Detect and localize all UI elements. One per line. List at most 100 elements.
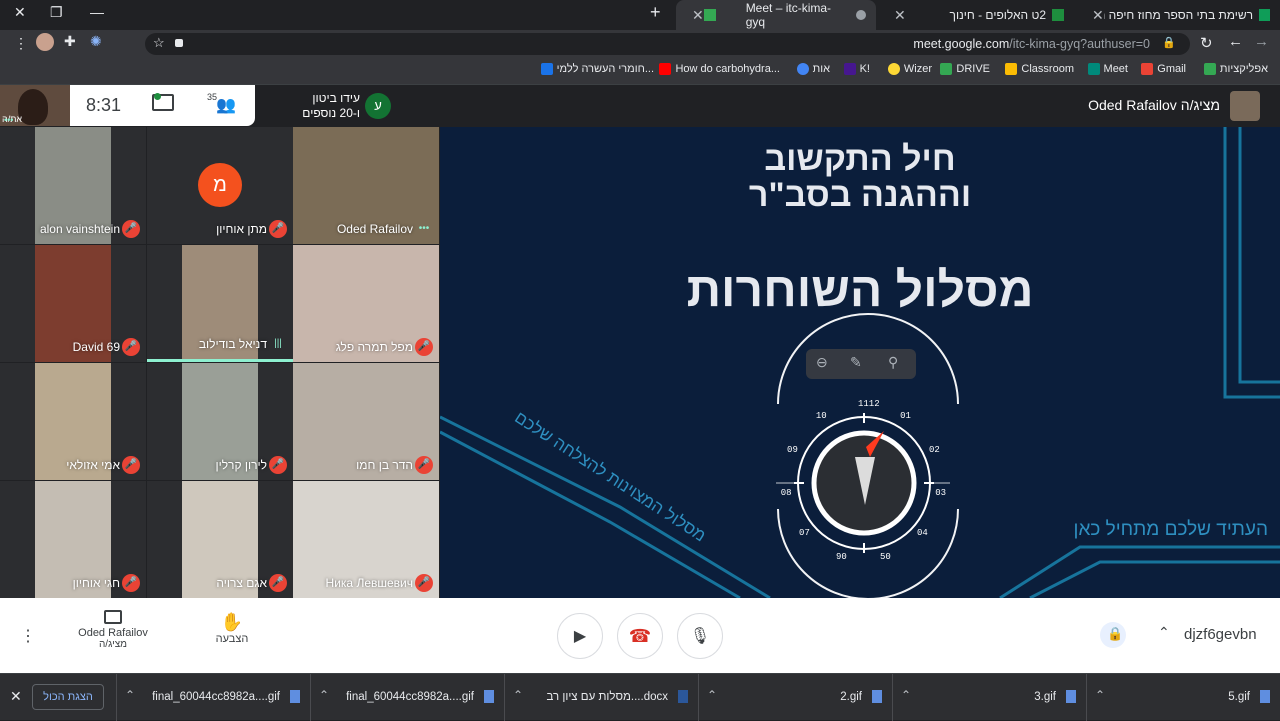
pen-off-icon[interactable]: ✎ bbox=[850, 354, 862, 371]
bookmark-star-icon[interactable]: ☆ bbox=[153, 35, 165, 51]
bookmark-wizer[interactable]: Wizer bbox=[887, 63, 932, 75]
download-filename: 2.gif bbox=[840, 691, 862, 703]
tab-schools-list[interactable]: רשימת בתי הספר מחוז חיפה תח ✕ bbox=[1076, 0, 1280, 30]
participant-name: מתן אוחיון bbox=[216, 222, 267, 236]
download-item[interactable]: 5.gif ⌃ bbox=[1086, 674, 1280, 721]
microphone-button[interactable]: 🎙 bbox=[677, 613, 723, 659]
restore-window-icon[interactable]: ❐ bbox=[50, 4, 63, 21]
security-shield-button[interactable]: 🔒 bbox=[1100, 622, 1126, 648]
reload-icon[interactable]: ↻ bbox=[1200, 34, 1213, 52]
presentation-overlay-controls: ⊖ ✎ ⚲ bbox=[806, 349, 916, 379]
file-icon bbox=[484, 690, 494, 703]
close-tab-icon[interactable]: ✕ bbox=[686, 7, 704, 24]
file-icon bbox=[1260, 690, 1270, 703]
participant-name: מפל תמרה פלג bbox=[335, 340, 413, 354]
meeting-controls: ⋮ Oded Rafailov מציג/ה ✋ הצבעה ▶ ☎ 🎙 🔒 ⌃… bbox=[0, 598, 1280, 673]
participant-tile[interactable]: לירון קרלין 🎤 bbox=[147, 363, 293, 480]
more-options-icon[interactable]: ⋮ bbox=[20, 626, 36, 646]
close-downloads-icon[interactable]: ✕ bbox=[10, 688, 22, 705]
mic-off-icon: 🎤 bbox=[415, 574, 433, 592]
download-item[interactable]: final_60044cc8982a....gif ⌃ bbox=[310, 674, 504, 721]
bookmark-enrichment[interactable]: חומרי העשרה ללמי... bbox=[540, 63, 654, 75]
address-bar[interactable]: ☆ meet.google.com/itc-kima-gyq?authuser=… bbox=[145, 33, 1190, 55]
chevron-up-icon[interactable]: ⌃ bbox=[1158, 624, 1170, 641]
self-more-options-icon[interactable]: ••• bbox=[4, 115, 13, 125]
bookmark-drive[interactable]: DRIVE bbox=[940, 63, 990, 75]
participant-tile[interactable]: חגי אוחיון 🎤 bbox=[0, 481, 146, 598]
pin-icon[interactable]: ⚲ bbox=[888, 354, 898, 371]
menu-dots-icon[interactable]: ⋮ bbox=[14, 35, 28, 52]
back-icon[interactable]: ← bbox=[1228, 33, 1243, 50]
presentation-slide: ⊖ ✎ ⚲ חיל התקשוב וההגנה בסב"ר מסלול השוח… bbox=[440, 127, 1280, 598]
participant-tile[interactable]: David 69 🎤 bbox=[0, 245, 146, 362]
forward-icon[interactable]: → bbox=[1254, 33, 1269, 50]
document-icon bbox=[540, 63, 553, 75]
participant-avatar: מ bbox=[198, 163, 242, 207]
participants-icon[interactable]: 👥 bbox=[216, 95, 236, 115]
bookmark-classroom[interactable]: Classroom bbox=[1005, 63, 1074, 75]
participant-tile[interactable]: אגם צרויה 🎤 bbox=[147, 481, 293, 598]
raise-hand-button[interactable]: ✋ הצבעה bbox=[202, 612, 262, 645]
tab-classroom[interactable]: 2ט האלופים - חינוך ✕ bbox=[878, 0, 1074, 30]
file-icon bbox=[290, 690, 300, 703]
download-item[interactable]: 2.gif ⌃ bbox=[698, 674, 892, 721]
zoom-out-icon[interactable]: ⊖ bbox=[816, 354, 828, 371]
bookmark-apps[interactable]: אפליקציות bbox=[1203, 63, 1268, 75]
presenting-button[interactable]: Oded Rafailov מציג/ה bbox=[70, 610, 156, 650]
download-filename: 3.gif bbox=[1034, 691, 1056, 703]
chevron-up-icon[interactable]: ⌃ bbox=[319, 688, 329, 702]
participant-tile[interactable]: אמי אזולאי 🎤 bbox=[0, 363, 146, 480]
dial-number: 50 bbox=[879, 551, 891, 562]
cast-icon[interactable] bbox=[175, 39, 183, 47]
tab-meet[interactable]: Meet – itc-kima-gyq ✕ bbox=[676, 0, 876, 30]
bookmark-ot[interactable]: אות bbox=[796, 63, 830, 75]
participant-tile[interactable]: Oded Rafailov ••• bbox=[293, 127, 439, 244]
download-item[interactable]: 3.gif ⌃ bbox=[892, 674, 1086, 721]
joining-name: עידו ביטון bbox=[312, 91, 360, 105]
lock-icon[interactable]: 🔒 bbox=[1162, 36, 1176, 49]
close-tab-icon[interactable]: ✕ bbox=[1086, 7, 1104, 24]
meet-favicon-icon bbox=[703, 9, 716, 21]
dial-number: 10 bbox=[815, 411, 827, 422]
participant-name: הדר בן חמו bbox=[356, 458, 413, 472]
chevron-up-icon[interactable]: ⌃ bbox=[707, 688, 717, 702]
dial-number: 08 bbox=[780, 488, 792, 499]
camera-button[interactable]: ▶ bbox=[557, 613, 603, 659]
extensions-icon[interactable]: ✚ bbox=[64, 33, 76, 50]
tab-label: רשימת בתי הספר מחוז חיפה תח bbox=[1103, 8, 1254, 22]
participant-tile[interactable]: הדר בן חמו 🎤 bbox=[293, 363, 439, 480]
profile-avatar[interactable] bbox=[36, 33, 54, 51]
mic-off-icon: 🎤 bbox=[122, 220, 140, 238]
close-window-icon[interactable]: ✕ bbox=[14, 4, 26, 21]
participant-tile[interactable]: דניאל בודילוב ||| bbox=[147, 245, 293, 362]
hangup-button[interactable]: ☎ bbox=[617, 613, 663, 659]
bookmark-gmail[interactable]: Gmail bbox=[1141, 63, 1186, 75]
bookmarks-bar: אפליקציות Gmail Meet Classroom DRIVE Wiz… bbox=[0, 57, 1280, 85]
download-item[interactable]: מסלות עם ציון רב....docx ⌃ bbox=[504, 674, 698, 721]
bookmark-kahoot[interactable]: K! bbox=[843, 63, 870, 75]
chevron-up-icon[interactable]: ⌃ bbox=[513, 688, 523, 702]
minimize-window-icon[interactable]: — bbox=[90, 4, 104, 20]
bookmark-meet[interactable]: Meet bbox=[1087, 63, 1128, 75]
participant-tile[interactable]: Ника Левшевич 🎤 bbox=[293, 481, 439, 598]
joining-notification[interactable]: עידו ביטון ו-20 נוספים bbox=[300, 91, 360, 121]
new-tab-button[interactable]: + bbox=[650, 2, 661, 23]
participant-tile[interactable]: alon vainshtein 🎤 bbox=[0, 127, 146, 244]
download-item[interactable]: final_60044cc8982a....gif ⌃ bbox=[116, 674, 310, 721]
file-icon bbox=[1066, 690, 1076, 703]
chevron-up-icon[interactable]: ⌃ bbox=[901, 688, 911, 702]
extension-gear-icon[interactable]: ✺ bbox=[90, 33, 102, 50]
show-all-downloads-button[interactable]: הצגת הכול bbox=[32, 684, 104, 710]
participant-tile[interactable]: מפל תמרה פלג 🎤 bbox=[293, 245, 439, 362]
participant-tile[interactable]: מ מתן אוחיון 🎤 bbox=[147, 127, 293, 244]
file-icon bbox=[678, 690, 688, 703]
dial-number: 09 bbox=[787, 444, 798, 455]
close-tab-icon[interactable]: ✕ bbox=[888, 7, 906, 24]
meeting-code[interactable]: djzf6gevbn bbox=[1184, 626, 1257, 643]
sheets-favicon-icon bbox=[1259, 9, 1270, 21]
bookmark-youtube[interactable]: How do carbohydra... bbox=[659, 63, 780, 75]
self-video-thumbnail[interactable]: את/ה ••• bbox=[0, 85, 70, 126]
meet-area: את/ה ••• 8:31 35 👥 ע עידו ביטון ו-20 נוס… bbox=[0, 85, 1280, 598]
chevron-up-icon[interactable]: ⌃ bbox=[125, 688, 135, 702]
chevron-up-icon[interactable]: ⌃ bbox=[1095, 688, 1105, 702]
